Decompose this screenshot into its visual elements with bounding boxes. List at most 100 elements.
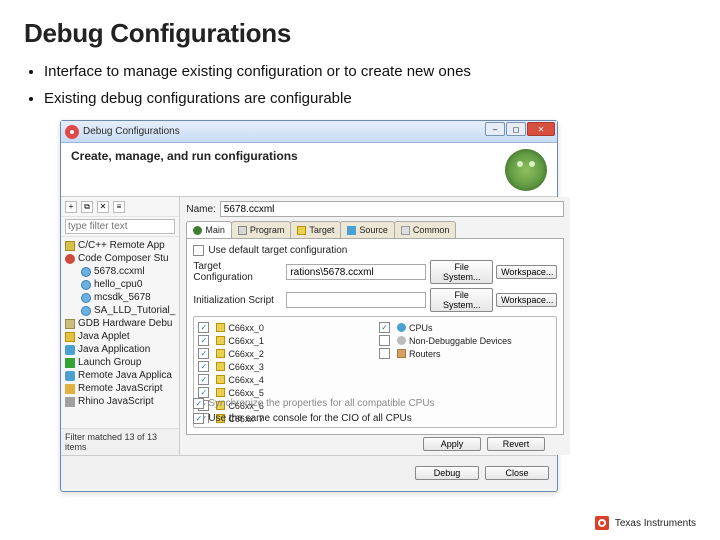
delete-config-button[interactable]: ✕ bbox=[97, 201, 109, 213]
filter-match-text: Filter matched 13 of 13 items bbox=[61, 428, 179, 455]
category-label: Non-Debuggable Devices bbox=[409, 336, 512, 346]
gdb-icon bbox=[65, 319, 75, 329]
new-config-button[interactable]: + bbox=[65, 201, 77, 213]
cpu-label: C66xx_4 bbox=[228, 375, 264, 385]
tree-item[interactable]: Launch Group bbox=[63, 356, 177, 369]
tree-item[interactable]: Remote Java Applica bbox=[63, 369, 177, 382]
jar-icon bbox=[65, 371, 75, 381]
tree-item[interactable]: mcsdk_5678 bbox=[63, 291, 177, 304]
cpu-row[interactable]: ✓ C66xx_1 bbox=[198, 334, 371, 347]
category-checkbox[interactable] bbox=[379, 348, 390, 359]
tree-item-label: hello_cpu0 bbox=[94, 279, 142, 290]
maximize-button[interactable]: ◻ bbox=[506, 122, 526, 136]
debug-button[interactable]: Debug bbox=[415, 466, 479, 480]
cpu-checkbox[interactable]: ✓ bbox=[198, 335, 209, 346]
tree-item-label: Rhino JavaScript bbox=[78, 396, 154, 407]
titlebar[interactable]: Debug Configurations – ◻ ✕ bbox=[61, 121, 557, 143]
tab-program[interactable]: Program bbox=[231, 221, 292, 238]
init-script-input[interactable] bbox=[286, 292, 426, 308]
category-row[interactable]: Non-Debuggable Devices bbox=[379, 334, 552, 347]
cpu-row[interactable]: ✓ C66xx_4 bbox=[198, 373, 371, 386]
category-row[interactable]: ✓CPUs bbox=[379, 321, 552, 334]
cfg-icon bbox=[81, 267, 91, 277]
file-system-button[interactable]: File System... bbox=[430, 260, 493, 284]
cpu-checkbox[interactable]: ✓ bbox=[198, 361, 209, 372]
tree-item-label: GDB Hardware Debu bbox=[78, 318, 172, 329]
close-button[interactable]: ✕ bbox=[527, 122, 555, 136]
cpu-checkbox[interactable]: ✓ bbox=[198, 374, 209, 385]
program-icon bbox=[238, 226, 247, 235]
category-checkbox[interactable] bbox=[379, 335, 390, 346]
close-dialog-button[interactable]: Close bbox=[485, 466, 549, 480]
slide-title: Debug Configurations bbox=[24, 18, 696, 49]
cpu-checkbox[interactable]: ✓ bbox=[198, 348, 209, 359]
category-checkbox[interactable]: ✓ bbox=[379, 322, 390, 333]
tab-common[interactable]: Common bbox=[394, 221, 457, 238]
name-input[interactable] bbox=[220, 201, 564, 217]
tab-target[interactable]: Target bbox=[290, 221, 341, 238]
target-config-input[interactable] bbox=[286, 264, 426, 280]
source-icon bbox=[347, 226, 356, 235]
tree-item-label: Code Composer Stu bbox=[78, 253, 169, 264]
cpu-row[interactable]: ✓ C66xx_0 bbox=[198, 321, 371, 334]
common-icon bbox=[401, 226, 410, 235]
filter-input[interactable] bbox=[65, 219, 175, 234]
tree-item[interactable]: Remote JavaScript bbox=[63, 382, 177, 395]
use-default-checkbox[interactable] bbox=[193, 245, 204, 256]
tab-program-label: Program bbox=[250, 225, 285, 235]
debug-config-dialog: Debug Configurations – ◻ ✕ Create, manag… bbox=[60, 120, 558, 492]
name-label: Name: bbox=[186, 204, 215, 215]
footer-credit: Texas Instruments bbox=[595, 516, 696, 530]
minimize-button[interactable]: – bbox=[485, 122, 505, 136]
tree-item[interactable]: C/C++ Remote App bbox=[63, 239, 177, 252]
dialog-subtitle: Create, manage, and run configurations bbox=[71, 149, 547, 163]
tree-item[interactable]: Java Applet bbox=[63, 330, 177, 343]
tab-main[interactable]: Main bbox=[186, 221, 232, 238]
tab-main-label: Main bbox=[205, 225, 225, 235]
dialog-header: Create, manage, and run configurations bbox=[61, 143, 557, 197]
cpu-checkbox[interactable]: ✓ bbox=[198, 387, 209, 398]
ccs-icon bbox=[65, 254, 75, 264]
tree-item[interactable]: Code Composer Stu bbox=[63, 252, 177, 265]
sync-checkbox[interactable]: ✓ bbox=[193, 398, 204, 409]
chip-icon bbox=[216, 349, 225, 358]
tree-item[interactable]: hello_cpu0 bbox=[63, 278, 177, 291]
workspace-button-1[interactable]: Workspace... bbox=[496, 265, 557, 279]
use-default-label: Use default target configuration bbox=[208, 245, 347, 256]
category-row[interactable]: Routers bbox=[379, 347, 552, 360]
cpu-row[interactable]: ✓C66xx_3 bbox=[198, 360, 371, 373]
collapse-button[interactable]: ≡ bbox=[113, 201, 125, 213]
tree-item[interactable]: 5678.ccxml bbox=[63, 265, 177, 278]
ti-brand-text: Texas Instruments bbox=[615, 518, 696, 529]
cpu-label: C66xx_2 bbox=[228, 349, 264, 359]
file-system-button-2[interactable]: File System... bbox=[430, 288, 493, 312]
chip-icon bbox=[216, 362, 225, 371]
cpu-label: C66xx_5 bbox=[228, 388, 264, 398]
console-checkbox[interactable]: ✓ bbox=[193, 413, 204, 424]
rhino-icon bbox=[65, 397, 75, 407]
parent-icon bbox=[397, 323, 406, 332]
apply-button[interactable]: Apply bbox=[423, 437, 481, 451]
cpu-checkbox[interactable]: ✓ bbox=[198, 322, 209, 333]
tree-item[interactable]: Rhino JavaScript bbox=[63, 395, 177, 408]
config-toolbar: + ⧉ ✕ ≡ bbox=[61, 197, 179, 217]
tree-item-label: SA_LLD_Tutorial_ bbox=[94, 305, 175, 316]
tree-item[interactable]: Java Application bbox=[63, 343, 177, 356]
tree-item-label: Remote Java Applica bbox=[78, 370, 172, 381]
cpu-label: C66xx_1 bbox=[228, 336, 264, 346]
left-panel: + ⧉ ✕ ≡ C/C++ Remote AppCode Composer St… bbox=[61, 197, 180, 455]
window-title: Debug Configurations bbox=[83, 126, 180, 137]
revert-button[interactable]: Revert bbox=[487, 437, 545, 451]
duplicate-config-button[interactable]: ⧉ bbox=[81, 201, 93, 213]
workspace-button-2[interactable]: Workspace... bbox=[496, 293, 557, 307]
tab-source[interactable]: Source bbox=[340, 221, 395, 238]
config-tree[interactable]: C/C++ Remote AppCode Composer Stu5678.cc… bbox=[61, 237, 179, 428]
c-icon bbox=[65, 241, 75, 251]
tree-item[interactable]: GDB Hardware Debu bbox=[63, 317, 177, 330]
cpu-label: C66xx_0 bbox=[228, 323, 264, 333]
category-label: Routers bbox=[409, 349, 441, 359]
target-config-label: Target Configuration bbox=[193, 261, 282, 283]
tree-item[interactable]: SA_LLD_Tutorial_ bbox=[63, 304, 177, 317]
chip-icon bbox=[216, 323, 225, 332]
cpu-row[interactable]: ✓ C66xx_2 bbox=[198, 347, 371, 360]
